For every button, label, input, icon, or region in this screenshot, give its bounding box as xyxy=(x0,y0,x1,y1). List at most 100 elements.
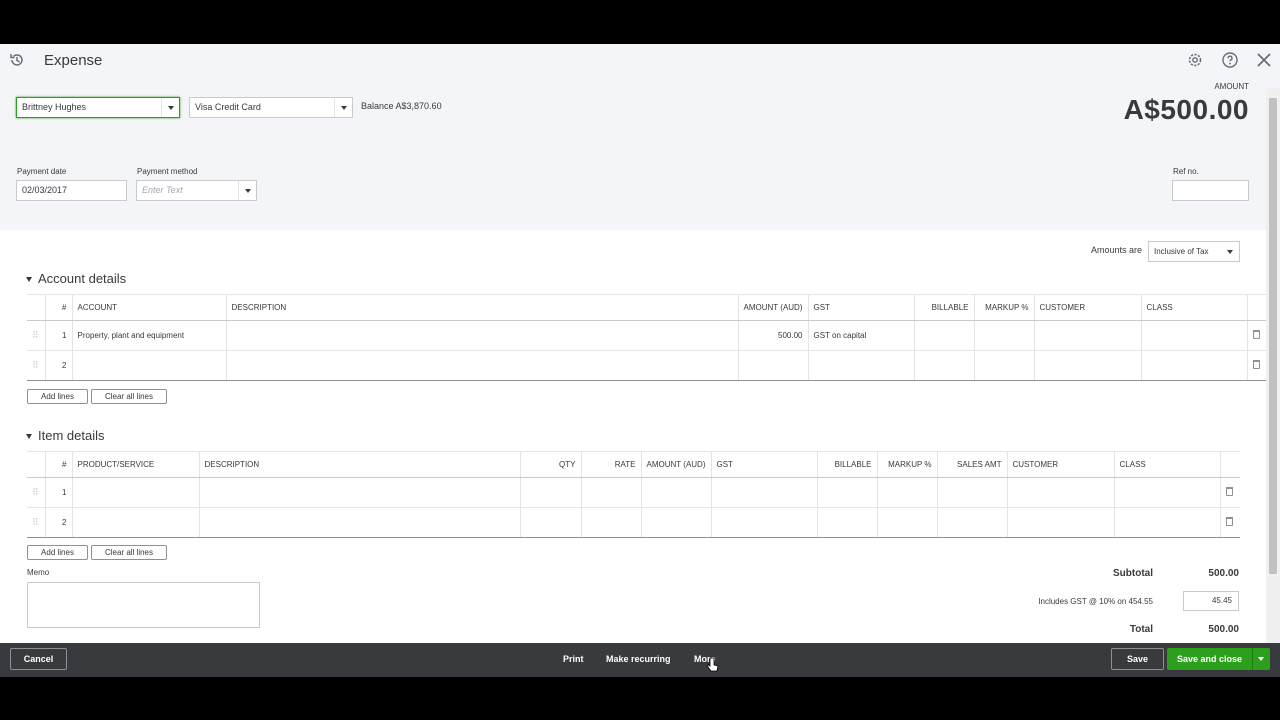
help-icon[interactable] xyxy=(1221,51,1239,69)
chevron-down-icon[interactable] xyxy=(161,98,179,117)
product-cell[interactable] xyxy=(72,507,200,538)
trash-icon[interactable] xyxy=(1220,477,1240,508)
chevron-down-icon[interactable] xyxy=(1252,648,1270,670)
description-cell[interactable] xyxy=(199,507,521,538)
row-number: 1 xyxy=(45,477,73,508)
billable-cell[interactable] xyxy=(817,477,878,508)
item-details-header[interactable]: Item details xyxy=(26,428,104,443)
account-cell[interactable]: Property, plant and equipment xyxy=(72,320,227,351)
payee-value: Brittney Hughes xyxy=(22,102,87,112)
column-header: DESCRIPTION xyxy=(226,294,739,321)
gst-cell[interactable] xyxy=(808,350,915,381)
product-cell[interactable] xyxy=(72,477,200,508)
cancel-button[interactable]: Cancel xyxy=(10,648,67,670)
account-cell[interactable] xyxy=(72,350,227,381)
gear-icon[interactable] xyxy=(1186,51,1204,69)
description-cell[interactable] xyxy=(226,320,739,351)
amounts-are-label: Amounts are xyxy=(1091,245,1143,255)
qty-cell[interactable] xyxy=(520,507,582,538)
payment-date-input[interactable]: 02/03/2017 xyxy=(16,180,127,201)
billable-cell[interactable] xyxy=(914,320,975,351)
class-cell[interactable] xyxy=(1114,477,1221,508)
table-row[interactable]: ⠿ 2 xyxy=(27,350,1266,381)
item-details-table: # PRODUCT/SERVICE DESCRIPTION QTY RATE A… xyxy=(27,451,1240,538)
make-recurring-button[interactable]: Make recurring xyxy=(606,654,671,664)
column-header: GST xyxy=(711,451,818,478)
payee-select[interactable]: Brittney Hughes xyxy=(16,97,180,118)
clear-all-lines-button[interactable]: Clear all lines xyxy=(91,389,167,404)
row-number: 1 xyxy=(45,320,73,351)
memo-textarea[interactable] xyxy=(27,582,260,628)
qty-cell[interactable] xyxy=(520,477,582,508)
trash-icon[interactable] xyxy=(1220,507,1240,538)
title-bar: Expense xyxy=(0,44,1280,78)
chevron-down-icon[interactable] xyxy=(238,181,256,200)
history-icon[interactable] xyxy=(8,51,26,69)
trash-icon[interactable] xyxy=(1247,350,1266,381)
markup-cell[interactable] xyxy=(974,350,1035,381)
customer-cell[interactable] xyxy=(1007,477,1115,508)
payment-date-label: Payment date xyxy=(17,167,67,176)
gst-cell[interactable] xyxy=(711,507,818,538)
payment-method-select[interactable]: Enter Text xyxy=(136,180,257,201)
table-row[interactable]: ⠿ 1 xyxy=(27,477,1240,508)
trash-icon[interactable] xyxy=(1247,320,1266,351)
amounts-are-select[interactable]: Inclusive of Tax xyxy=(1148,241,1240,262)
customer-cell[interactable] xyxy=(1034,350,1142,381)
chevron-down-icon[interactable] xyxy=(1221,242,1239,261)
billable-cell[interactable] xyxy=(914,350,975,381)
gst-cell[interactable] xyxy=(711,477,818,508)
clear-all-lines-button[interactable]: Clear all lines xyxy=(91,545,167,560)
add-lines-button[interactable]: Add lines xyxy=(27,545,88,560)
class-cell[interactable] xyxy=(1141,350,1248,381)
rate-cell[interactable] xyxy=(581,477,642,508)
drag-handle-icon[interactable]: ⠿ xyxy=(27,320,46,351)
save-and-close-button[interactable]: Save and close xyxy=(1167,648,1252,670)
gst-amount-input[interactable]: 45.45 xyxy=(1183,591,1239,611)
add-lines-button[interactable]: Add lines xyxy=(27,389,88,404)
billable-cell[interactable] xyxy=(817,507,878,538)
save-button[interactable]: Save xyxy=(1111,648,1164,670)
scrollbar[interactable] xyxy=(1266,88,1280,643)
pointer-cursor-icon xyxy=(707,657,719,672)
amount-cell[interactable]: 500.00 xyxy=(738,320,809,351)
column-header: PRODUCT/SERVICE xyxy=(72,451,200,478)
table-row[interactable]: ⠿ 2 xyxy=(27,507,1240,538)
class-cell[interactable] xyxy=(1141,320,1248,351)
scrollbar-thumb[interactable] xyxy=(1269,98,1277,574)
print-button[interactable]: Print xyxy=(563,654,584,664)
ref-no-input[interactable] xyxy=(1172,180,1249,201)
drag-handle-icon[interactable]: ⠿ xyxy=(27,507,46,538)
markup-cell[interactable] xyxy=(974,320,1035,351)
item-details-title: Item details xyxy=(38,428,105,443)
column-header: # xyxy=(45,294,73,321)
column-header: AMOUNT (AUD) xyxy=(641,451,712,478)
payment-account-select[interactable]: Visa Credit Card xyxy=(189,97,353,118)
gst-cell[interactable]: GST on capital xyxy=(808,320,915,351)
markup-cell[interactable] xyxy=(877,507,938,538)
amount-cell[interactable] xyxy=(738,350,809,381)
description-cell[interactable] xyxy=(199,477,521,508)
close-icon[interactable] xyxy=(1255,51,1273,69)
rate-cell[interactable] xyxy=(581,507,642,538)
markup-cell[interactable] xyxy=(877,477,938,508)
row-number: 2 xyxy=(45,507,73,538)
class-cell[interactable] xyxy=(1114,507,1221,538)
sales-amt-cell[interactable] xyxy=(937,477,1008,508)
customer-cell[interactable] xyxy=(1007,507,1115,538)
chevron-down-icon[interactable] xyxy=(334,98,352,117)
page-title: Expense xyxy=(44,52,103,69)
description-cell[interactable] xyxy=(226,350,739,381)
drag-handle-icon[interactable]: ⠿ xyxy=(27,477,46,508)
row-number: 2 xyxy=(45,350,73,381)
column-header: # xyxy=(45,451,73,478)
customer-cell[interactable] xyxy=(1034,320,1142,351)
amount-cell[interactable] xyxy=(641,507,712,538)
total-label: Total xyxy=(1129,624,1153,635)
account-details-header[interactable]: Account details xyxy=(26,271,126,286)
sales-amt-cell[interactable] xyxy=(937,507,1008,538)
ref-no-label: Ref no. xyxy=(1173,167,1199,176)
drag-handle-icon[interactable]: ⠿ xyxy=(27,350,46,381)
amount-cell[interactable] xyxy=(641,477,712,508)
table-row[interactable]: ⠿ 1 Property, plant and equipment 500.00… xyxy=(27,320,1266,351)
